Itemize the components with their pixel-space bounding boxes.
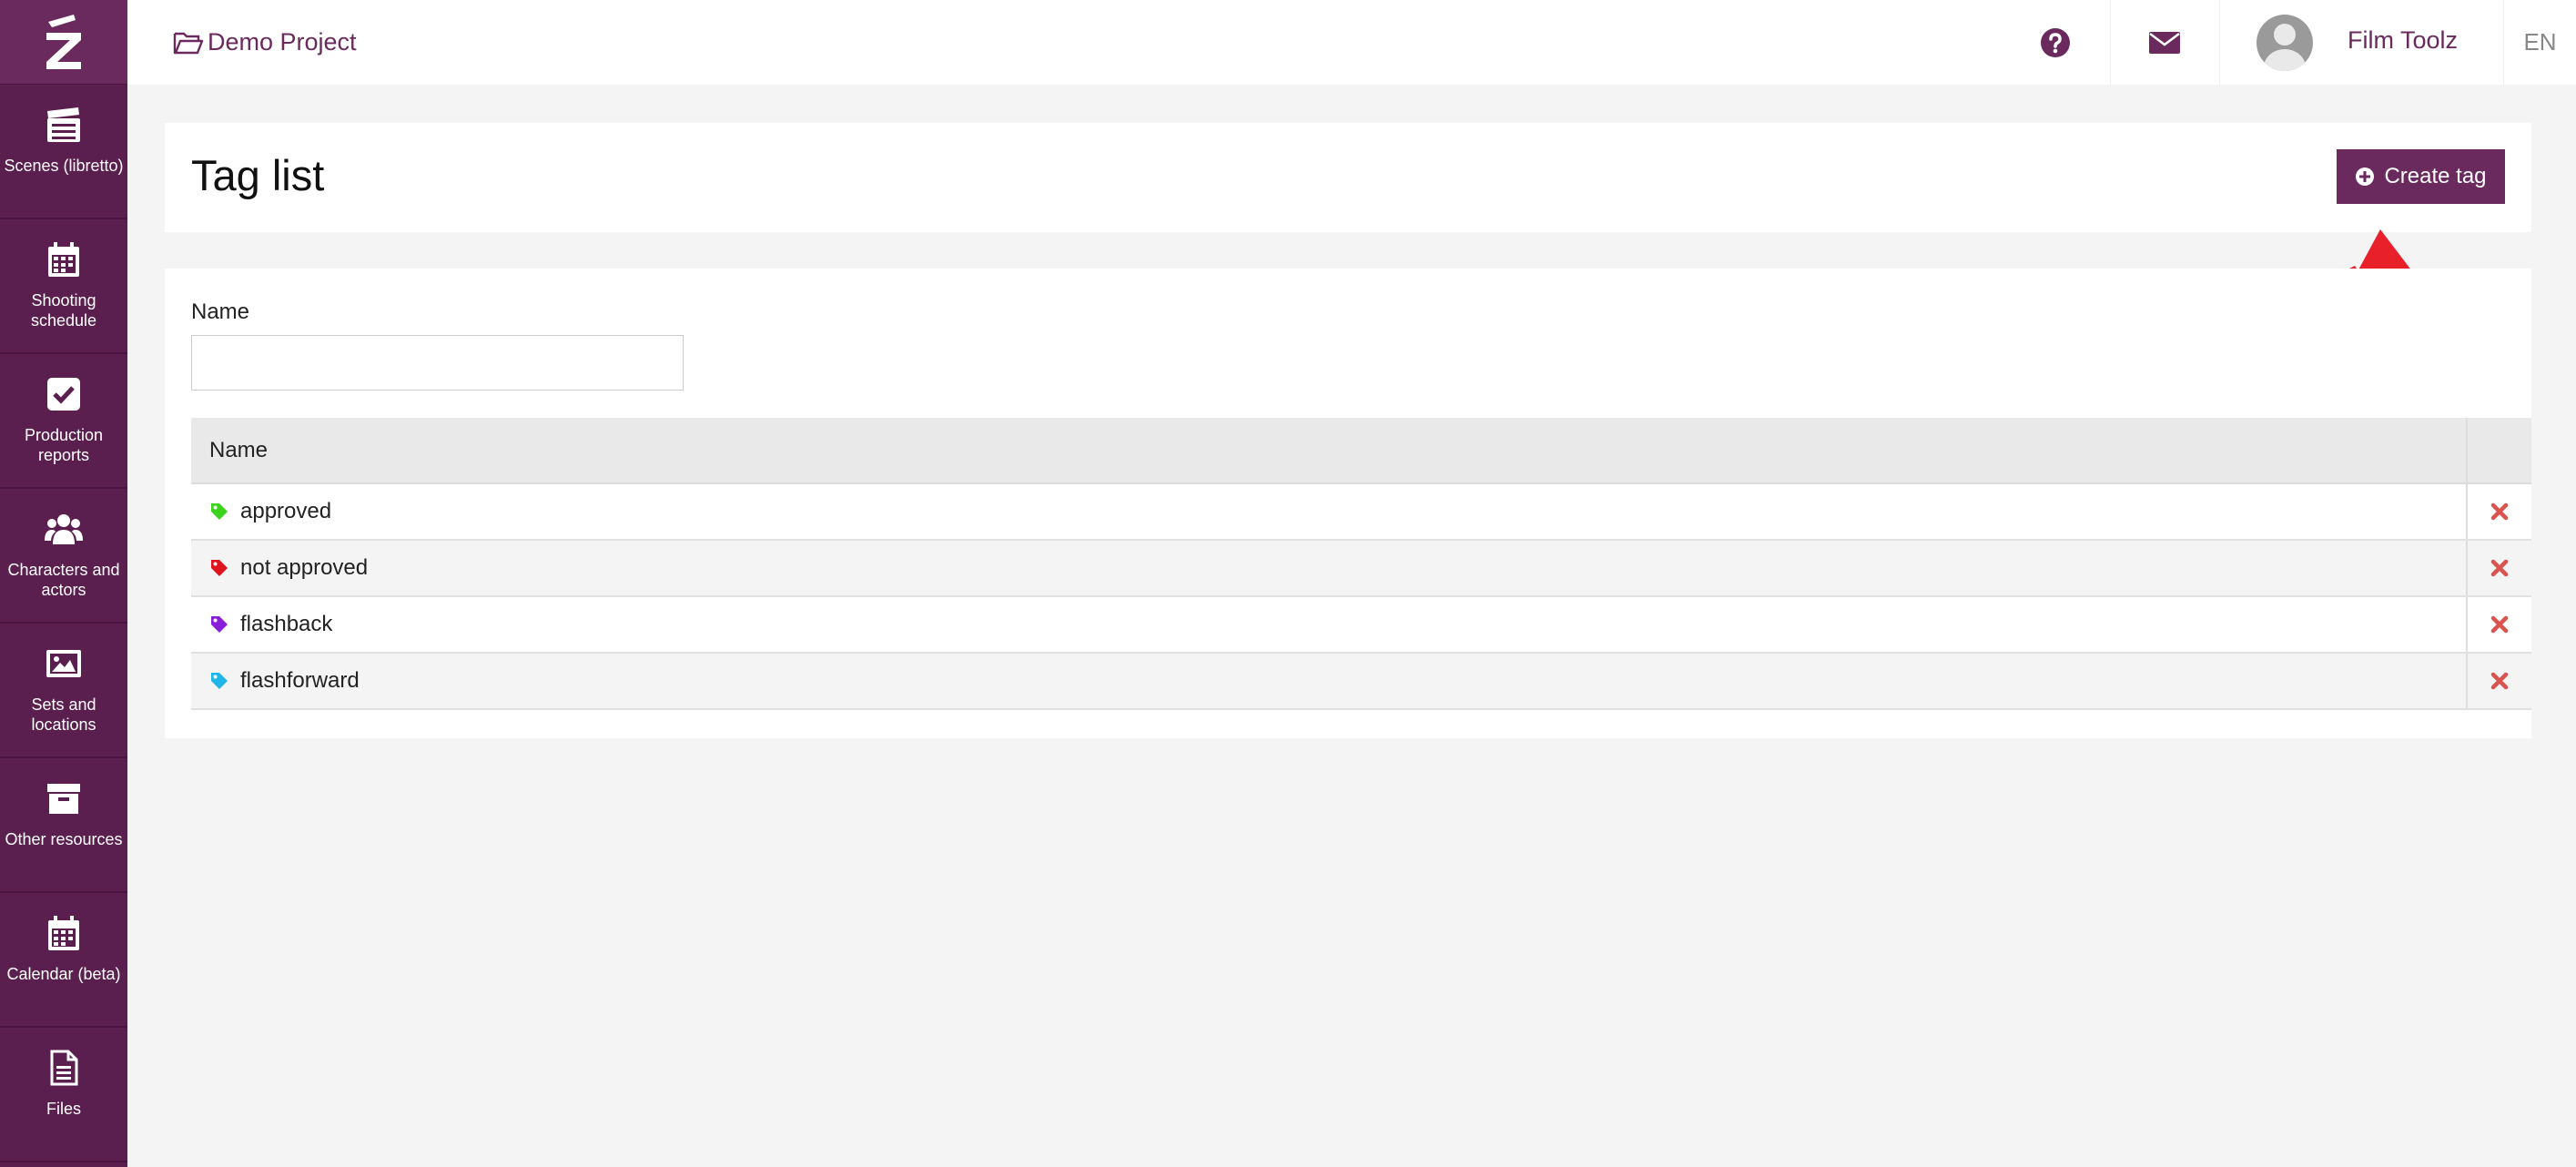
- name-filter-label: Name: [191, 299, 250, 324]
- image-icon: [44, 644, 84, 684]
- delete-button[interactable]: [2468, 597, 2531, 652]
- close-icon: [2490, 559, 2509, 577]
- close-icon: [2490, 672, 2509, 690]
- folder-open-icon: [173, 32, 204, 54]
- table-row[interactable]: approved: [191, 484, 2531, 541]
- sidebar-item-label: Production reports: [24, 426, 104, 464]
- sidebar-item-production-reports[interactable]: Production reports: [0, 354, 127, 489]
- close-icon: [2490, 615, 2509, 634]
- tag-name-cell[interactable]: flashback: [191, 597, 2468, 652]
- language-selector[interactable]: EN: [2503, 0, 2576, 85]
- users-icon: [44, 509, 84, 549]
- delete-button[interactable]: [2468, 541, 2531, 595]
- delete-button[interactable]: [2468, 654, 2531, 708]
- tag-name-cell[interactable]: approved: [191, 484, 2468, 539]
- create-tag-button[interactable]: Create tag: [2337, 149, 2505, 204]
- close-icon: [2490, 502, 2509, 521]
- tag-icon: [211, 673, 228, 689]
- tag-icon: [211, 560, 228, 576]
- help-button[interactable]: [2001, 0, 2110, 85]
- sidebar-item-label: Calendar (beta): [6, 965, 121, 983]
- sidebar: Scenes (libretto) Shooting schedule Prod…: [0, 0, 127, 1167]
- question-circle-icon: [2040, 27, 2070, 57]
- table-row[interactable]: not approved: [191, 541, 2531, 597]
- tag-name: approved: [240, 499, 332, 523]
- sidebar-item-sets-locations[interactable]: Sets and locations: [0, 624, 127, 758]
- app-logo[interactable]: [0, 0, 127, 85]
- sidebar-item-label: Sets and locations: [31, 695, 96, 734]
- tag-icon: [211, 503, 228, 520]
- sidebar-item-shooting-schedule[interactable]: Shooting schedule: [0, 219, 127, 354]
- checkbox-icon: [44, 374, 84, 414]
- table-row[interactable]: flashback: [191, 597, 2531, 654]
- page-title: Tag list: [191, 151, 325, 199]
- user-name: Film Toolz: [2347, 26, 2458, 54]
- sidebar-item-label: Shooting schedule: [30, 291, 97, 330]
- file-icon: [44, 1048, 84, 1088]
- column-header-name[interactable]: Name: [191, 418, 2468, 482]
- page-header: Tag list Create tag: [165, 123, 2531, 232]
- name-filter-input[interactable]: [191, 335, 684, 391]
- film-toolz-logo-icon: [46, 15, 81, 69]
- sidebar-item-scenes[interactable]: Scenes (libretto): [0, 85, 127, 219]
- clapperboard-icon: [44, 105, 84, 145]
- sidebar-item-calendar[interactable]: Calendar (beta): [0, 893, 127, 1028]
- archive-icon: [44, 778, 84, 818]
- sidebar-item-label: Scenes (libretto): [4, 157, 124, 175]
- avatar: [2256, 14, 2313, 71]
- sidebar-item-label: Files: [46, 1100, 81, 1118]
- tag-icon: [211, 616, 228, 633]
- project-name: Demo Project: [208, 28, 357, 56]
- column-header-actions: [2468, 418, 2531, 482]
- sidebar-item-other-resources[interactable]: Other resources: [0, 758, 127, 893]
- tag-list-panel: Name Name approved not approved flashbac…: [165, 269, 2531, 738]
- user-menu[interactable]: Film Toolz: [2218, 0, 2503, 85]
- tag-name: flashback: [240, 612, 333, 636]
- tag-name-cell[interactable]: flashforward: [191, 654, 2468, 708]
- create-tag-label: Create tag: [2384, 164, 2487, 188]
- tag-name-cell[interactable]: not approved: [191, 541, 2468, 595]
- messages-button[interactable]: [2109, 0, 2219, 85]
- tag-name: flashforward: [240, 668, 360, 693]
- top-bar: Demo Project Film Toolz EN: [127, 0, 2576, 85]
- plus-circle-icon: [2356, 167, 2375, 186]
- sidebar-item-files[interactable]: Files: [0, 1028, 127, 1162]
- tag-table: Name approved not approved flashback fla…: [191, 418, 2531, 710]
- sidebar-item-characters[interactable]: Characters and actors: [0, 489, 127, 624]
- delete-button[interactable]: [2468, 484, 2531, 539]
- table-row[interactable]: flashforward: [191, 654, 2531, 710]
- sidebar-item-label: Other resources: [5, 830, 123, 848]
- project-selector[interactable]: Demo Project: [173, 28, 357, 56]
- envelope-icon: [2149, 31, 2181, 54]
- tag-name: not approved: [240, 555, 369, 580]
- calendar-icon: [44, 913, 84, 953]
- calendar-icon: [44, 239, 84, 279]
- table-header: Name: [191, 418, 2531, 484]
- sidebar-item-label: Characters and actors: [7, 561, 120, 599]
